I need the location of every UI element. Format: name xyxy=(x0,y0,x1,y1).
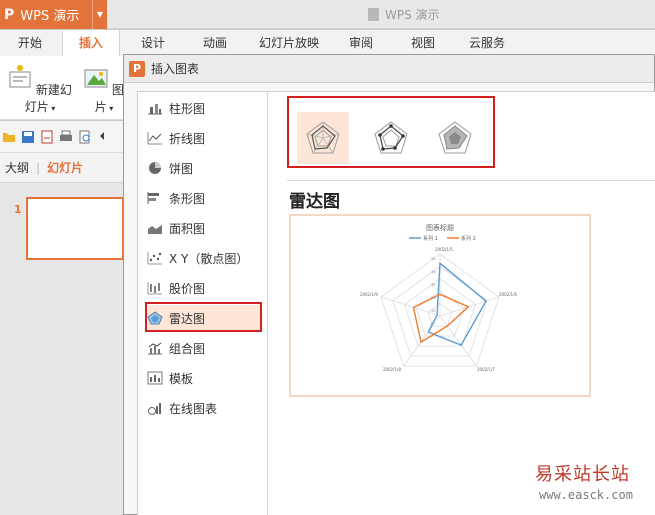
wps-logo-icon: P xyxy=(4,6,15,23)
subtype-radar-with-markers[interactable] xyxy=(365,112,417,164)
tab-slides[interactable]: 幻灯片 xyxy=(47,159,83,176)
preview-title: 图表标题 xyxy=(426,223,454,232)
radar-spoke xyxy=(439,315,477,367)
slide-number: 1 xyxy=(14,203,22,216)
pie-chart-icon xyxy=(149,162,161,174)
dialog-title: 插入图表 xyxy=(151,62,200,76)
insert-chart-dialog: P 插入图表 柱形图 折线图 饼图 条形图 面积图 X Y（散点图） 股价图 雷… xyxy=(123,54,655,515)
chevron-down-icon[interactable]: ▼ xyxy=(92,0,107,29)
document-icon xyxy=(368,8,379,21)
title-bar: P WPS 演示 ▼ WPS 演示 xyxy=(0,0,655,29)
print-icon[interactable] xyxy=(59,130,73,144)
chart-preview[interactable]: 图表标题 系列 1 系列 2 2002/1/5 2002/1/6 2002/1/… xyxy=(289,214,591,397)
tab-insert[interactable]: 插入 xyxy=(62,30,120,56)
radar-markers-subtype-icon xyxy=(374,121,408,154)
online-chart-icon xyxy=(148,403,161,415)
save-icon[interactable] xyxy=(21,130,35,144)
new-slide-icon xyxy=(9,65,31,88)
new-slide-button[interactable]: 新建幻灯片 ▾ xyxy=(5,64,75,115)
radar-spoke xyxy=(439,296,500,317)
tick-label: 0 xyxy=(431,322,433,326)
legend-series-2: 系列 2 xyxy=(461,235,476,242)
legend-series-1: 系列 1 xyxy=(423,235,438,242)
tick-label: 10 xyxy=(431,309,435,313)
tab-start[interactable]: 开始 xyxy=(10,30,50,56)
axis-label-1: 2002/1/5 xyxy=(435,247,453,252)
category-bar-chart[interactable]: 条形图 xyxy=(147,185,262,211)
category-scatter-chart[interactable]: X Y（散点图） xyxy=(147,245,262,271)
line-chart-icon xyxy=(147,132,162,145)
tab-design[interactable]: 设计 xyxy=(136,30,170,56)
print-preview-icon[interactable] xyxy=(78,130,92,144)
category-online-chart[interactable]: 在线图表 xyxy=(147,395,262,421)
tick-label: 40 xyxy=(431,270,435,274)
divider xyxy=(287,180,655,181)
tab-slideshow[interactable]: 幻灯片放映 xyxy=(256,30,322,56)
selection-highlight xyxy=(145,302,262,332)
chart-type-heading: 雷达图 xyxy=(289,192,340,212)
category-pie-chart[interactable]: 饼图 xyxy=(147,155,262,181)
axis-label-3: 2002/1/7 xyxy=(477,367,495,372)
tick-label: 30 xyxy=(431,283,435,287)
area-chart-icon xyxy=(148,225,162,234)
radar-preview-chart: 图表标题 系列 1 系列 2 2002/1/5 2002/1/6 2002/1/… xyxy=(360,223,517,372)
category-stock-chart[interactable]: 股价图 xyxy=(147,275,262,301)
undo-icon[interactable] xyxy=(97,130,111,144)
watermark-line-2: www.easck.com xyxy=(539,488,633,502)
tab-animation[interactable]: 动画 xyxy=(198,30,232,56)
tab-review[interactable]: 审阅 xyxy=(344,30,378,56)
dialog-title-bar[interactable]: P 插入图表 xyxy=(124,55,654,83)
watermark-line-1: 易采站长站 xyxy=(535,464,630,485)
tick-label: 20 xyxy=(431,296,435,300)
radar-subtype-options xyxy=(287,96,495,168)
tab-outline[interactable]: 大纲 xyxy=(5,159,29,176)
subtype-filled-radar[interactable] xyxy=(429,112,481,164)
picture-button[interactable]: 图片 ▾ xyxy=(84,64,124,115)
column-chart-icon xyxy=(148,104,162,115)
axis-label-4: 2002/1/8 xyxy=(383,367,401,372)
axis-label-2: 2002/1/6 xyxy=(499,292,517,297)
slide-thumbnail[interactable] xyxy=(26,197,124,260)
window-title: WPS 演示 xyxy=(368,6,440,23)
slide-pane: 大纲 | 幻灯片 1 xyxy=(0,153,124,515)
combo-chart-icon xyxy=(148,342,162,355)
chart-subtype-panel: 雷达图 图表标题 系列 1 系列 2 2002/1/5 2002/1/6 200… xyxy=(269,92,655,515)
chart-category-list: 柱形图 折线图 饼图 条形图 面积图 X Y（散点图） 股价图 雷达图 组合图 … xyxy=(138,92,268,515)
watermark: 易采站长站 www.easck.com xyxy=(535,460,655,502)
wps-logo-icon: P xyxy=(129,60,145,77)
open-folder-icon[interactable] xyxy=(2,130,16,144)
category-column-chart[interactable]: 柱形图 xyxy=(147,95,262,121)
radar-subtype-icon xyxy=(306,121,340,154)
ribbon-tabs: 开始 插入 设计 动画 幻灯片放映 审阅 视图 云服务 xyxy=(0,30,655,56)
picture-icon xyxy=(84,69,108,88)
app-menu-label: WPS 演示 xyxy=(20,9,80,24)
subtype-radar[interactable] xyxy=(297,112,349,164)
scatter-chart-icon xyxy=(147,252,162,265)
export-pdf-icon[interactable] xyxy=(40,130,54,144)
category-template[interactable]: 模板 xyxy=(147,365,262,391)
category-combo-chart[interactable]: 组合图 xyxy=(147,335,262,361)
tab-cloud[interactable]: 云服务 xyxy=(462,30,512,56)
axis-label-5: 2002/1/9 xyxy=(360,292,378,297)
stock-chart-icon xyxy=(147,282,162,295)
tab-view[interactable]: 视图 xyxy=(406,30,440,56)
filled-radar-subtype-icon xyxy=(438,121,472,154)
bar-chart-icon xyxy=(147,192,159,204)
wps-app-menu-button[interactable]: P WPS 演示 ▼ xyxy=(0,0,107,29)
dialog-body: 柱形图 折线图 饼图 条形图 面积图 X Y（散点图） 股价图 雷达图 组合图 … xyxy=(137,91,655,515)
category-line-chart[interactable]: 折线图 xyxy=(147,125,262,151)
template-icon xyxy=(147,371,163,385)
quick-access-toolbar xyxy=(0,121,124,153)
view-tabs: 大纲 | 幻灯片 xyxy=(0,153,124,183)
divider: | xyxy=(36,160,41,175)
category-area-chart[interactable]: 面积图 xyxy=(147,215,262,241)
tick-label: 50 xyxy=(431,257,435,261)
